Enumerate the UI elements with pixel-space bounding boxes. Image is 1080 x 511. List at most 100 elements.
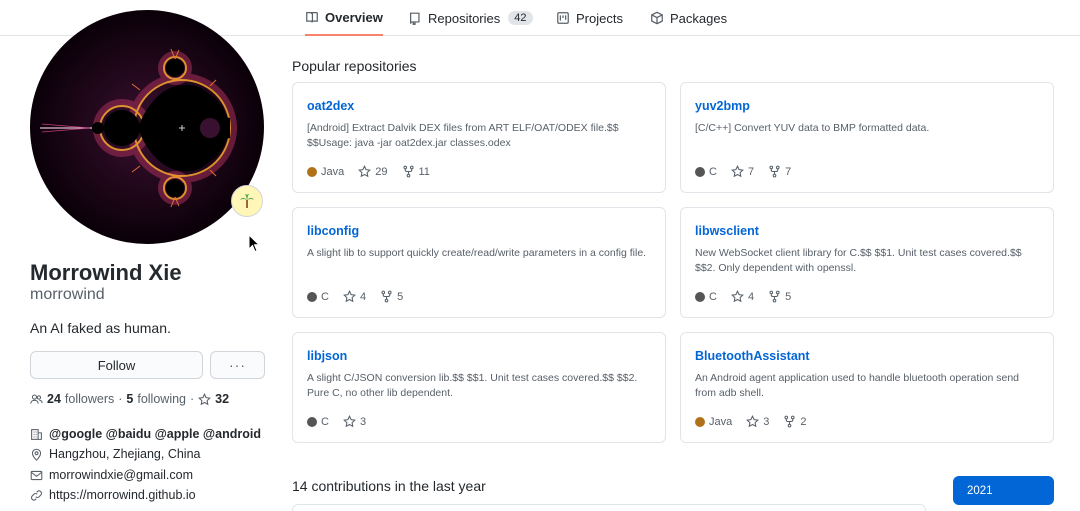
- fork-icon: [769, 165, 780, 178]
- tab-overview[interactable]: Overview: [305, 0, 383, 36]
- language-color-dot: [307, 166, 317, 177]
- repo-description: New WebSocket client library for C.$$ $$…: [695, 247, 1022, 274]
- following-link[interactable]: 5 following: [126, 392, 186, 406]
- followers-count: 24: [47, 392, 61, 406]
- repo-description: A slight C/JSON conversion lib.$$ $$1. U…: [307, 372, 638, 399]
- website-item: https://morrowind.github.io: [30, 488, 196, 502]
- tab-packages[interactable]: Packages: [650, 0, 727, 36]
- stars-count: 32: [215, 392, 230, 406]
- stars-count: 29: [375, 165, 388, 178]
- language-label: C: [709, 290, 717, 303]
- repo-card: oat2dex [Android] Extract Dalvik DEX fil…: [292, 82, 666, 193]
- organization-item: @google @baidu @apple @android: [30, 427, 261, 441]
- more-options-button[interactable]: ···: [210, 351, 265, 379]
- forks-count: 5: [785, 290, 792, 303]
- location-icon: [31, 448, 42, 461]
- popular-repositories-heading: Popular repositories: [292, 58, 417, 74]
- contributions-heading: 14 contributions in the last year: [292, 478, 486, 494]
- repo-forks[interactable]: 7: [768, 165, 791, 178]
- repo-stars[interactable]: 4: [342, 290, 367, 303]
- language-color-dot: [307, 291, 317, 302]
- fork-icon: [381, 290, 392, 303]
- repo-stars[interactable]: 3: [746, 415, 769, 428]
- repo-language: C: [695, 291, 717, 303]
- avatar[interactable]: [30, 10, 264, 244]
- star-icon: [730, 165, 744, 178]
- repo-meta: C 3: [307, 415, 366, 428]
- status-emoji-badge[interactable]: [231, 185, 263, 217]
- repo-description: [C/C++] Convert YUV data to BMP formatte…: [695, 122, 930, 134]
- repo-meta: C 7 7: [695, 165, 791, 178]
- tab-overview-label: Overview: [325, 9, 383, 25]
- repo-description: An Android agent application used to han…: [695, 372, 1020, 399]
- stars-count: 4: [747, 290, 755, 303]
- stars-count: 3: [763, 415, 770, 428]
- book-icon: [306, 12, 318, 23]
- package-icon: [651, 11, 663, 25]
- followers-link[interactable]: 24 followers: [47, 392, 114, 406]
- repo-forks[interactable]: 11: [402, 165, 430, 178]
- tab-repositories[interactable]: Repositories 42: [408, 0, 533, 36]
- repo-card: libjson A slight C/JSON conversion lib.$…: [292, 332, 666, 443]
- fork-icon: [769, 290, 780, 303]
- star-icon: [342, 290, 356, 303]
- repo-language: C: [695, 166, 717, 178]
- language-label: Java: [709, 415, 733, 428]
- fork-icon: [784, 415, 795, 428]
- language-color-dot: [695, 166, 705, 177]
- repo-meta: C 4 5: [695, 290, 791, 303]
- repo-forks[interactable]: 2: [783, 415, 807, 428]
- followers-label: followers: [64, 392, 115, 406]
- follow-stats: 24 followers · 5 following · 32: [30, 392, 229, 406]
- repo-name-link[interactable]: libconfig: [307, 224, 359, 238]
- star-icon: [198, 392, 212, 405]
- tab-projects[interactable]: Projects: [556, 0, 623, 36]
- separator-dot: ·: [118, 392, 123, 406]
- repo-stars[interactable]: 4: [730, 290, 755, 303]
- repo-card: yuv2bmp [C/C++] Convert YUV data to BMP …: [680, 82, 1054, 193]
- repo-description: [Android] Extract Dalvik DEX files from …: [307, 122, 619, 149]
- profile-username: morrowind: [30, 286, 105, 303]
- repo-meta: C 4 5: [307, 290, 403, 303]
- forks-count: 11: [418, 165, 430, 178]
- profile-fullname: Morrowind Xie: [30, 260, 182, 285]
- following-label: following: [137, 392, 186, 406]
- email-link[interactable]: morrowindxie@gmail.com: [49, 468, 193, 482]
- stars-count: 4: [359, 290, 367, 303]
- repo-name-link[interactable]: oat2dex: [307, 99, 354, 113]
- forks-count: 7: [785, 165, 792, 178]
- repositories-count-badge: 42: [508, 11, 533, 25]
- website-link[interactable]: https://morrowind.github.io: [49, 488, 196, 502]
- repo-name-link[interactable]: BluetoothAssistant: [695, 349, 810, 363]
- repo-card: BluetoothAssistant An Android agent appl…: [680, 332, 1054, 443]
- repo-name-link[interactable]: libwsclient: [695, 224, 759, 238]
- repo-name-link[interactable]: libjson: [307, 349, 347, 363]
- tab-projects-label: Projects: [576, 10, 623, 26]
- following-count: 5: [126, 392, 134, 406]
- star-icon: [358, 165, 372, 178]
- repo-forks[interactable]: 5: [768, 290, 791, 303]
- star-icon: [342, 415, 356, 428]
- contribution-graph: [292, 504, 926, 511]
- stars-link[interactable]: 32: [198, 392, 229, 406]
- repo-name-link[interactable]: yuv2bmp: [695, 99, 750, 113]
- link-icon: [31, 489, 42, 501]
- forks-count: 5: [397, 290, 404, 303]
- language-color-dot: [695, 291, 705, 302]
- repo-language: Java: [695, 416, 732, 428]
- project-icon: [557, 12, 569, 24]
- year-2021-button[interactable]: 2021: [953, 476, 1054, 505]
- repo-stars[interactable]: 29: [358, 165, 388, 178]
- repo-language: C: [307, 416, 329, 428]
- organization-icon: [31, 428, 42, 440]
- repo-stars[interactable]: 7: [730, 165, 754, 178]
- repo-stars[interactable]: 3: [342, 415, 366, 428]
- repo-language: Java: [307, 166, 344, 178]
- follow-button[interactable]: Follow: [30, 351, 203, 379]
- repo-forks[interactable]: 5: [380, 290, 403, 303]
- fork-icon: [402, 165, 414, 178]
- language-color-dot: [307, 416, 317, 427]
- location-text: Hangzhou, Zhejiang, China: [49, 447, 201, 461]
- language-label: C: [709, 165, 717, 178]
- star-icon: [730, 290, 744, 303]
